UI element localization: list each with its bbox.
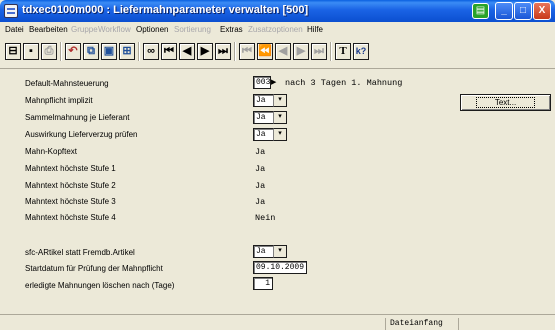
copy-record-icon[interactable]: ⧉	[83, 43, 99, 60]
toolbar: ⊟ ▪ ⎙ ↶ ⧉ ▣ ⊞ ∞ ⏮ ◀ ▶ ⏭ ⏮ ⏪ ◀ ▶ ⏭ T k?	[0, 38, 555, 68]
save-icon[interactable]: ▪	[23, 43, 39, 60]
label-loeschen: erledigte Mahnungen löschen nach (Tage)	[25, 281, 175, 290]
text-button[interactable]: Text...	[460, 94, 551, 111]
zoom-arrow-icon[interactable]: ▶	[271, 78, 276, 86]
stufe3-value: Ja	[255, 197, 266, 207]
toolbar-separator	[60, 42, 62, 61]
menu-datei[interactable]: Datei	[5, 25, 24, 34]
stufe4-value: Nein	[255, 213, 276, 223]
menu-workflow: Workflow	[98, 25, 131, 34]
menu-hilfe[interactable]: Hilfe	[307, 25, 323, 34]
toolbar-separator	[138, 42, 140, 61]
first-record-icon[interactable]: ⏮	[161, 43, 177, 60]
menu-bar: Datei Bearbeiten Gruppe Workflow Optione…	[0, 22, 555, 38]
mahn-kopftext-value: Ja	[255, 147, 266, 157]
next-record-icon[interactable]: ▶	[197, 43, 213, 60]
menu-gruppe: Gruppe	[71, 25, 98, 34]
save-all-icon[interactable]: ⊟	[5, 43, 21, 60]
last-record-icon[interactable]: ⏭	[215, 43, 231, 60]
label-default-mahnsteuerung: Default-Mahnsteuerung	[25, 79, 109, 88]
maximize-button[interactable]: □	[514, 2, 532, 20]
window-title: tdxec0100m000 : Liefermahnparameter verw…	[22, 4, 309, 16]
loeschen-field[interactable]: 1	[253, 277, 273, 290]
stufe1-value: Ja	[255, 164, 266, 174]
toolbar-separator	[234, 42, 236, 61]
text-button-label: Text...	[475, 97, 536, 108]
label-stufe1: Mahntext höchste Stufe 1	[25, 164, 116, 173]
first-group-icon: ⏮	[239, 43, 255, 60]
chevron-down-icon[interactable]: ▾	[273, 94, 287, 107]
last-group-icon: ⏭	[311, 43, 327, 60]
text-icon[interactable]: T	[335, 43, 351, 60]
close-button[interactable]: X	[533, 2, 551, 20]
duplicate-icon[interactable]: ▣	[101, 43, 117, 60]
chevron-down-icon[interactable]: ▾	[273, 111, 287, 124]
label-mahnpflicht-implizit: Mahnpflicht implizit	[25, 96, 93, 105]
label-stufe4: Mahntext höchste Stufe 4	[25, 213, 116, 222]
default-mahnsteuerung-field[interactable]: 003	[253, 76, 271, 89]
stufe2-value: Ja	[255, 181, 266, 191]
find-icon[interactable]: ⊞	[119, 43, 135, 60]
label-stufe3: Mahntext höchste Stufe 3	[25, 197, 116, 206]
minimize-button[interactable]: _	[495, 2, 513, 20]
next-page-icon: ▶	[293, 43, 309, 60]
default-mahnsteuerung-description: nach 3 Tagen 1. Mahnung	[285, 78, 403, 88]
menu-extras[interactable]: Extras	[220, 25, 243, 34]
menu-bearbeiten[interactable]: Bearbeiten	[29, 25, 68, 34]
label-sammelmahnung: Sammelmahnung je Lieferant	[25, 113, 130, 122]
toolbar-separator	[330, 42, 332, 61]
app-icon	[4, 4, 18, 18]
status-bar	[0, 314, 555, 330]
help-icon[interactable]: k?	[353, 43, 369, 60]
status-position: Dateianfang	[385, 318, 459, 330]
chevron-down-icon[interactable]: ▾	[273, 128, 287, 141]
menu-sortierung: Sortierung	[174, 25, 211, 34]
label-mahn-kopftext: Mahn-Kopftext	[25, 147, 78, 156]
binoculars-icon[interactable]: ∞	[143, 43, 159, 60]
label-stufe2: Mahntext höchste Stufe 2	[25, 181, 116, 190]
label-auswirkung: Auswirkung Lieferverzug prüfen	[25, 130, 138, 139]
label-startdatum: Startdatum für Prüfung der Mahnpflicht	[25, 264, 163, 273]
menu-optionen[interactable]: Optionen	[136, 25, 168, 34]
session-icon[interactable]: ▤	[472, 3, 489, 19]
menu-zusatzoptionen: Zusatzoptionen	[248, 25, 303, 34]
previous-record-icon[interactable]: ◀	[179, 43, 195, 60]
undo-icon[interactable]: ↶	[65, 43, 81, 60]
prev-page-icon: ◀	[275, 43, 291, 60]
startdatum-field[interactable]: 09.10.2009	[253, 261, 307, 274]
title-bar: tdxec0100m000 : Liefermahnparameter verw…	[0, 0, 555, 22]
prev-group-icon: ⏪	[257, 43, 273, 60]
label-sfc-artikel: sfc-ARtikel statt Fremdb.Artikel	[25, 248, 135, 257]
print-icon: ⎙	[41, 43, 57, 60]
chevron-down-icon[interactable]: ▾	[273, 245, 287, 258]
